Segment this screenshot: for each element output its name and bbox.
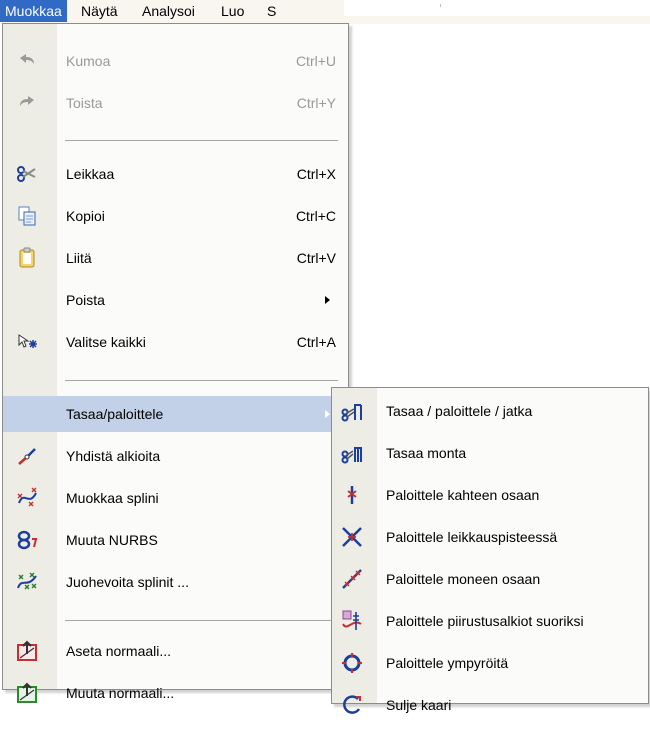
menu-item-copy[interactable]: Kopioi Ctrl+C	[3, 198, 348, 234]
window-area	[344, 0, 650, 16]
undo-icon	[16, 50, 38, 72]
redo-icon	[16, 92, 38, 114]
menu-item-shortcut: Ctrl+X	[296, 166, 336, 182]
menu-separator	[65, 140, 338, 141]
menu-item-change-normal[interactable]: Muuta normaali...	[3, 675, 348, 711]
submenu-item-divide-intersection[interactable]: Paloittele leikkauspisteessä	[332, 519, 648, 555]
menu-item-label: Kumoa	[66, 53, 111, 69]
menu-item-select-all[interactable]: Valitse kaikki Ctrl+A	[3, 324, 348, 360]
submenu-item-label: Paloittele kahteen osaan	[386, 487, 540, 503]
menu-bar: Muokkaa Näytä Analysoi Luo S	[0, 0, 650, 24]
menu-separator	[65, 620, 338, 621]
menu-item-smooth-splines[interactable]: Juohevoita splinit ...	[3, 564, 348, 600]
submenu-item-label: Tasaa / paloittele / jatka	[386, 403, 533, 419]
menu-luo[interactable]: Luo	[216, 0, 249, 22]
menu-item-label: Muuta NURBS	[66, 532, 158, 548]
submenu-item-trim-many[interactable]: Tasaa monta	[332, 435, 648, 471]
edit-spline-icon	[16, 487, 38, 509]
menu-item-label: Valitse kaikki	[66, 334, 146, 350]
scissors-icon	[16, 163, 38, 185]
trim-divide-extend-icon	[341, 400, 363, 422]
copy-icon	[16, 205, 38, 227]
menu-item-shortcut: Ctrl+C	[295, 208, 336, 224]
menu-item-label: Muuta normaali...	[66, 685, 175, 701]
menu-item-shortcut: Ctrl+Y	[296, 95, 336, 111]
close-arc-icon	[341, 694, 363, 716]
divide-two-icon	[341, 484, 363, 506]
menu-item-label: Leikkaa	[66, 166, 115, 182]
submenu-item-divide-two[interactable]: Paloittele kahteen osaan	[332, 477, 648, 513]
submenu-item-label: Sulje kaari	[386, 697, 452, 713]
trim-divide-submenu: Tasaa / paloittele / jatka Tasaa monta P…	[331, 387, 649, 714]
submenu-item-close-arc[interactable]: Sulje kaari	[332, 687, 648, 723]
menu-item-shortcut: Ctrl+V	[296, 250, 336, 266]
menu-item-undo[interactable]: Kumoa Ctrl+U	[3, 43, 348, 79]
menu-item-shortcut: Ctrl+A	[296, 334, 336, 350]
divide-to-lines-icon	[341, 610, 363, 632]
submenu-item-divide-to-lines[interactable]: Paloittele piirustusalkiot suoriksi	[332, 603, 648, 639]
menu-item-label: Muokkaa splini	[66, 490, 159, 506]
divider	[440, 4, 441, 7]
menu-nayta[interactable]: Näytä	[76, 0, 123, 22]
edit-dropdown-menu: Kumoa Ctrl+U Toista Ctrl+Y Leikkaa Ctrl+…	[2, 23, 349, 703]
menu-item-label: Aseta normaali...	[66, 643, 172, 659]
menu-item-label: Toista	[66, 95, 103, 111]
trim-many-icon	[341, 442, 363, 464]
menu-item-join[interactable]: Yhdistä alkioita	[3, 438, 348, 474]
menu-item-shortcut: Ctrl+U	[295, 53, 336, 69]
menu-item-edit-spline[interactable]: Muokkaa splini	[3, 480, 348, 516]
divide-intersection-icon	[341, 526, 363, 548]
join-icon	[16, 445, 38, 467]
menu-item-nurbs[interactable]: Muuta NURBS	[3, 522, 348, 558]
menu-item-label: Tasaa/paloittele	[66, 406, 164, 422]
menu-item-label: Juohevoita splinit ...	[66, 574, 189, 590]
submenu-item-label: Paloittele piirustusalkiot suoriksi	[386, 613, 584, 629]
menu-item-trim-divide[interactable]: Tasaa/paloittele	[3, 396, 348, 432]
select-all-icon	[16, 331, 38, 353]
submenu-item-label: Paloittele moneen osaan	[386, 571, 541, 587]
menu-item-cut[interactable]: Leikkaa Ctrl+X	[3, 156, 348, 192]
menu-separator	[65, 380, 338, 381]
menu-s[interactable]: S	[262, 0, 281, 22]
submenu-item-trim-divide-extend[interactable]: Tasaa / paloittele / jatka	[332, 393, 648, 429]
submenu-item-label: Paloittele ympyröitä	[386, 655, 509, 671]
menu-item-label: Poista	[66, 292, 105, 308]
nurbs-icon	[16, 529, 38, 551]
change-normal-icon	[16, 682, 38, 704]
menu-item-label: Kopioi	[66, 208, 105, 224]
submenu-arrow-icon	[325, 296, 330, 304]
menu-item-set-normal[interactable]: Aseta normaali...	[3, 633, 348, 669]
submenu-item-label: Tasaa monta	[386, 445, 467, 461]
menu-item-label: Liitä	[66, 250, 92, 266]
submenu-item-label: Paloittele leikkauspisteessä	[386, 529, 558, 545]
divide-many-icon	[341, 568, 363, 590]
menu-item-redo[interactable]: Toista Ctrl+Y	[3, 85, 348, 121]
submenu-item-divide-circles[interactable]: Paloittele ympyröitä	[332, 645, 648, 681]
set-normal-icon	[16, 640, 38, 662]
divide-circles-icon	[341, 652, 363, 674]
menu-muokkaa[interactable]: Muokkaa	[0, 0, 67, 22]
menu-analysoi[interactable]: Analysoi	[137, 0, 200, 22]
submenu-arrow-icon	[325, 410, 330, 418]
paste-icon	[16, 247, 38, 269]
menu-item-label: Yhdistä alkioita	[66, 448, 161, 464]
menu-item-paste[interactable]: Liitä Ctrl+V	[3, 240, 348, 276]
smooth-spline-icon	[16, 571, 38, 593]
menu-item-delete[interactable]: Poista	[3, 282, 348, 318]
submenu-item-divide-many[interactable]: Paloittele moneen osaan	[332, 561, 648, 597]
